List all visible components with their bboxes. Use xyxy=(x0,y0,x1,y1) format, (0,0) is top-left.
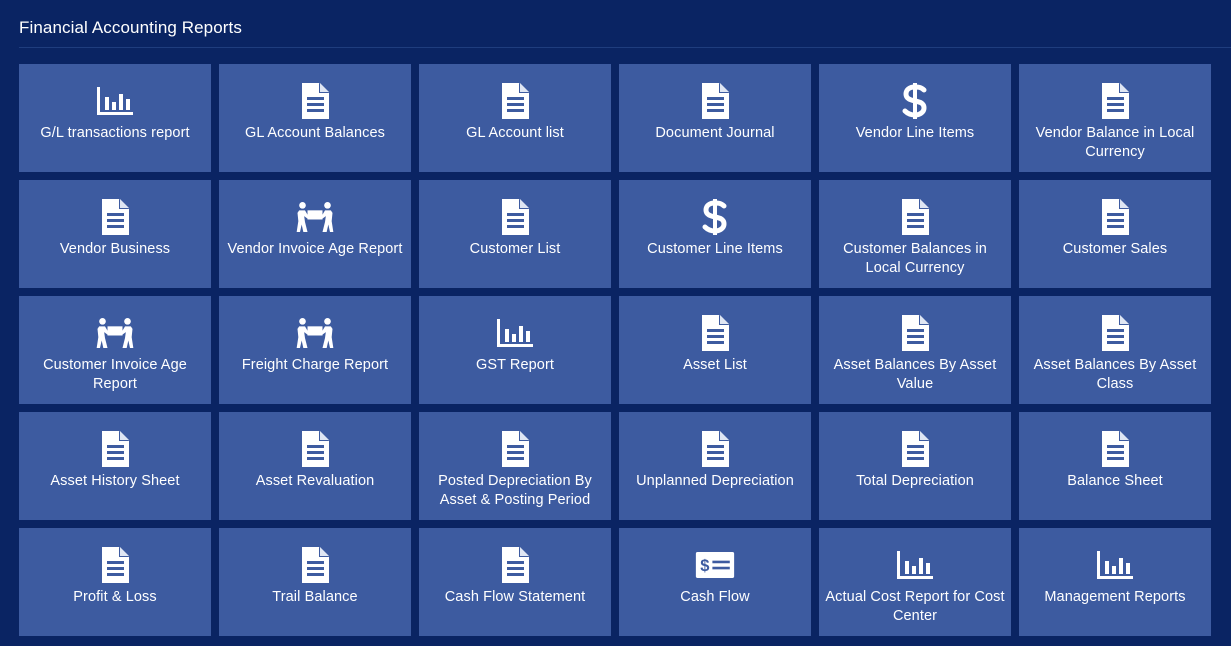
document-icon xyxy=(295,430,335,468)
document-icon xyxy=(495,198,535,236)
document-icon xyxy=(1095,430,1135,468)
report-tile-grid: G/L transactions report GL Account Balanc… xyxy=(19,64,1211,636)
report-tile-label: Asset History Sheet xyxy=(50,473,180,489)
report-tile-profit-and-loss[interactable]: Profit & Loss xyxy=(19,528,211,636)
report-tile-g-l-transactions-report[interactable]: G/L transactions report xyxy=(19,64,211,172)
report-tile-label: Balance Sheet xyxy=(1067,473,1163,489)
report-tile-label: Customer Invoice Age Report xyxy=(43,357,187,392)
report-tile-label: Asset Balances By Asset Class xyxy=(1033,357,1197,392)
report-tile-label: Asset List xyxy=(683,357,747,373)
page-title: Financial Accounting Reports xyxy=(19,18,242,37)
document-icon xyxy=(295,546,335,584)
document-icon xyxy=(695,314,735,352)
report-tile-gl-account-list[interactable]: GL Account list xyxy=(419,64,611,172)
people-carry-icon xyxy=(95,314,135,352)
people-carry-icon xyxy=(295,198,335,236)
report-tile-asset-balances-by-asset-class[interactable]: Asset Balances By Asset Class xyxy=(1019,296,1211,404)
report-tile-label: Vendor Invoice Age Report xyxy=(227,241,403,257)
report-tile-customer-list[interactable]: Customer List xyxy=(419,180,611,288)
report-tile-label: Total Depreciation xyxy=(856,473,974,489)
report-tile-label: Asset Revaluation xyxy=(255,473,375,489)
report-tile-label: Document Journal xyxy=(655,125,775,141)
report-tile-label: GL Account list xyxy=(466,125,564,141)
people-carry-icon xyxy=(295,314,335,352)
report-tile-customer-balances-in-local-currency[interactable]: Customer Balances in Local Currency xyxy=(819,180,1011,288)
report-tile-vendor-business[interactable]: Vendor Business xyxy=(19,180,211,288)
title-divider xyxy=(19,47,1231,48)
report-tile-customer-sales[interactable]: Customer Sales xyxy=(1019,180,1211,288)
document-icon xyxy=(495,430,535,468)
document-icon xyxy=(895,430,935,468)
report-tile-asset-list[interactable]: Asset List xyxy=(619,296,811,404)
bar-chart-icon xyxy=(895,546,935,584)
bar-chart-icon xyxy=(95,82,135,120)
report-tile-label: Trail Balance xyxy=(272,589,358,605)
report-tile-label: Vendor Balance in Local Currency xyxy=(1035,125,1195,160)
document-icon xyxy=(495,546,535,584)
document-icon xyxy=(695,430,735,468)
document-icon xyxy=(1095,82,1135,120)
svg-text:$: $ xyxy=(700,556,709,575)
report-tile-asset-history-sheet[interactable]: Asset History Sheet xyxy=(19,412,211,520)
report-tile-label: GL Account Balances xyxy=(244,125,385,141)
report-tile-label: Management Reports xyxy=(1044,589,1186,605)
report-tile-label: Actual Cost Report for Cost Center xyxy=(825,589,1005,624)
report-tile-customer-line-items[interactable]: Customer Line Items xyxy=(619,180,811,288)
report-tile-trail-balance[interactable]: Trail Balance xyxy=(219,528,411,636)
report-tile-label: Asset Balances By Asset Value xyxy=(833,357,997,392)
report-tile-freight-charge-report[interactable]: Freight Charge Report xyxy=(219,296,411,404)
document-icon xyxy=(295,82,335,120)
report-tile-management-reports[interactable]: Management Reports xyxy=(1019,528,1211,636)
document-icon xyxy=(95,430,135,468)
document-icon xyxy=(495,82,535,120)
report-tile-gl-account-balances[interactable]: GL Account Balances xyxy=(219,64,411,172)
report-tile-label: Cash Flow Statement xyxy=(444,589,586,605)
document-icon xyxy=(895,314,935,352)
report-tile-gst-report[interactable]: GST Report xyxy=(419,296,611,404)
report-tile-cash-flow-statement[interactable]: Cash Flow Statement xyxy=(419,528,611,636)
report-tile-customer-invoice-age-report[interactable]: Customer Invoice Age Report xyxy=(19,296,211,404)
report-tile-posted-depreciation-by-asset-and-posting-period[interactable]: Posted Depreciation By Asset & Posting P… xyxy=(419,412,611,520)
report-tile-document-journal[interactable]: Document Journal xyxy=(619,64,811,172)
report-tile-label: GST Report xyxy=(475,357,555,373)
report-tile-label: Freight Charge Report xyxy=(241,357,389,373)
report-tile-balance-sheet[interactable]: Balance Sheet xyxy=(1019,412,1211,520)
bar-chart-icon xyxy=(495,314,535,352)
report-tile-label: Customer Line Items xyxy=(647,241,783,257)
money-bill-icon: $ xyxy=(695,546,735,584)
report-tile-unplanned-depreciation[interactable]: Unplanned Depreciation xyxy=(619,412,811,520)
report-tile-vendor-line-items[interactable]: Vendor Line Items xyxy=(819,64,1011,172)
report-tile-actual-cost-report-for-cost-center[interactable]: Actual Cost Report for Cost Center xyxy=(819,528,1011,636)
report-tile-label: Unplanned Depreciation xyxy=(636,473,794,489)
document-icon xyxy=(1095,198,1135,236)
report-tile-label: G/L transactions report xyxy=(40,125,190,141)
report-tile-asset-balances-by-asset-value[interactable]: Asset Balances By Asset Value xyxy=(819,296,1011,404)
report-tile-vendor-invoice-age-report[interactable]: Vendor Invoice Age Report xyxy=(219,180,411,288)
document-icon xyxy=(1095,314,1135,352)
dollar-icon xyxy=(695,198,735,236)
document-icon xyxy=(695,82,735,120)
report-tile-label: Customer Balances in Local Currency xyxy=(843,241,987,276)
document-icon xyxy=(95,198,135,236)
report-tile-label: Cash Flow xyxy=(680,589,750,605)
document-icon xyxy=(895,198,935,236)
document-icon xyxy=(95,546,135,584)
report-tile-label: Profit & Loss xyxy=(73,589,157,605)
bar-chart-icon xyxy=(1095,546,1135,584)
report-tile-asset-revaluation[interactable]: Asset Revaluation xyxy=(219,412,411,520)
dollar-icon xyxy=(895,82,935,120)
report-tile-label: Customer Sales xyxy=(1062,241,1168,257)
report-tile-label: Vendor Business xyxy=(59,241,171,257)
report-tile-label: Vendor Line Items xyxy=(855,125,975,141)
report-tile-vendor-balance-in-local-currency[interactable]: Vendor Balance in Local Currency xyxy=(1019,64,1211,172)
report-tile-label: Customer List xyxy=(469,241,561,257)
report-tile-cash-flow[interactable]: $ Cash Flow xyxy=(619,528,811,636)
report-tile-total-depreciation[interactable]: Total Depreciation xyxy=(819,412,1011,520)
report-tile-label: Posted Depreciation By Asset & Posting P… xyxy=(438,473,592,508)
